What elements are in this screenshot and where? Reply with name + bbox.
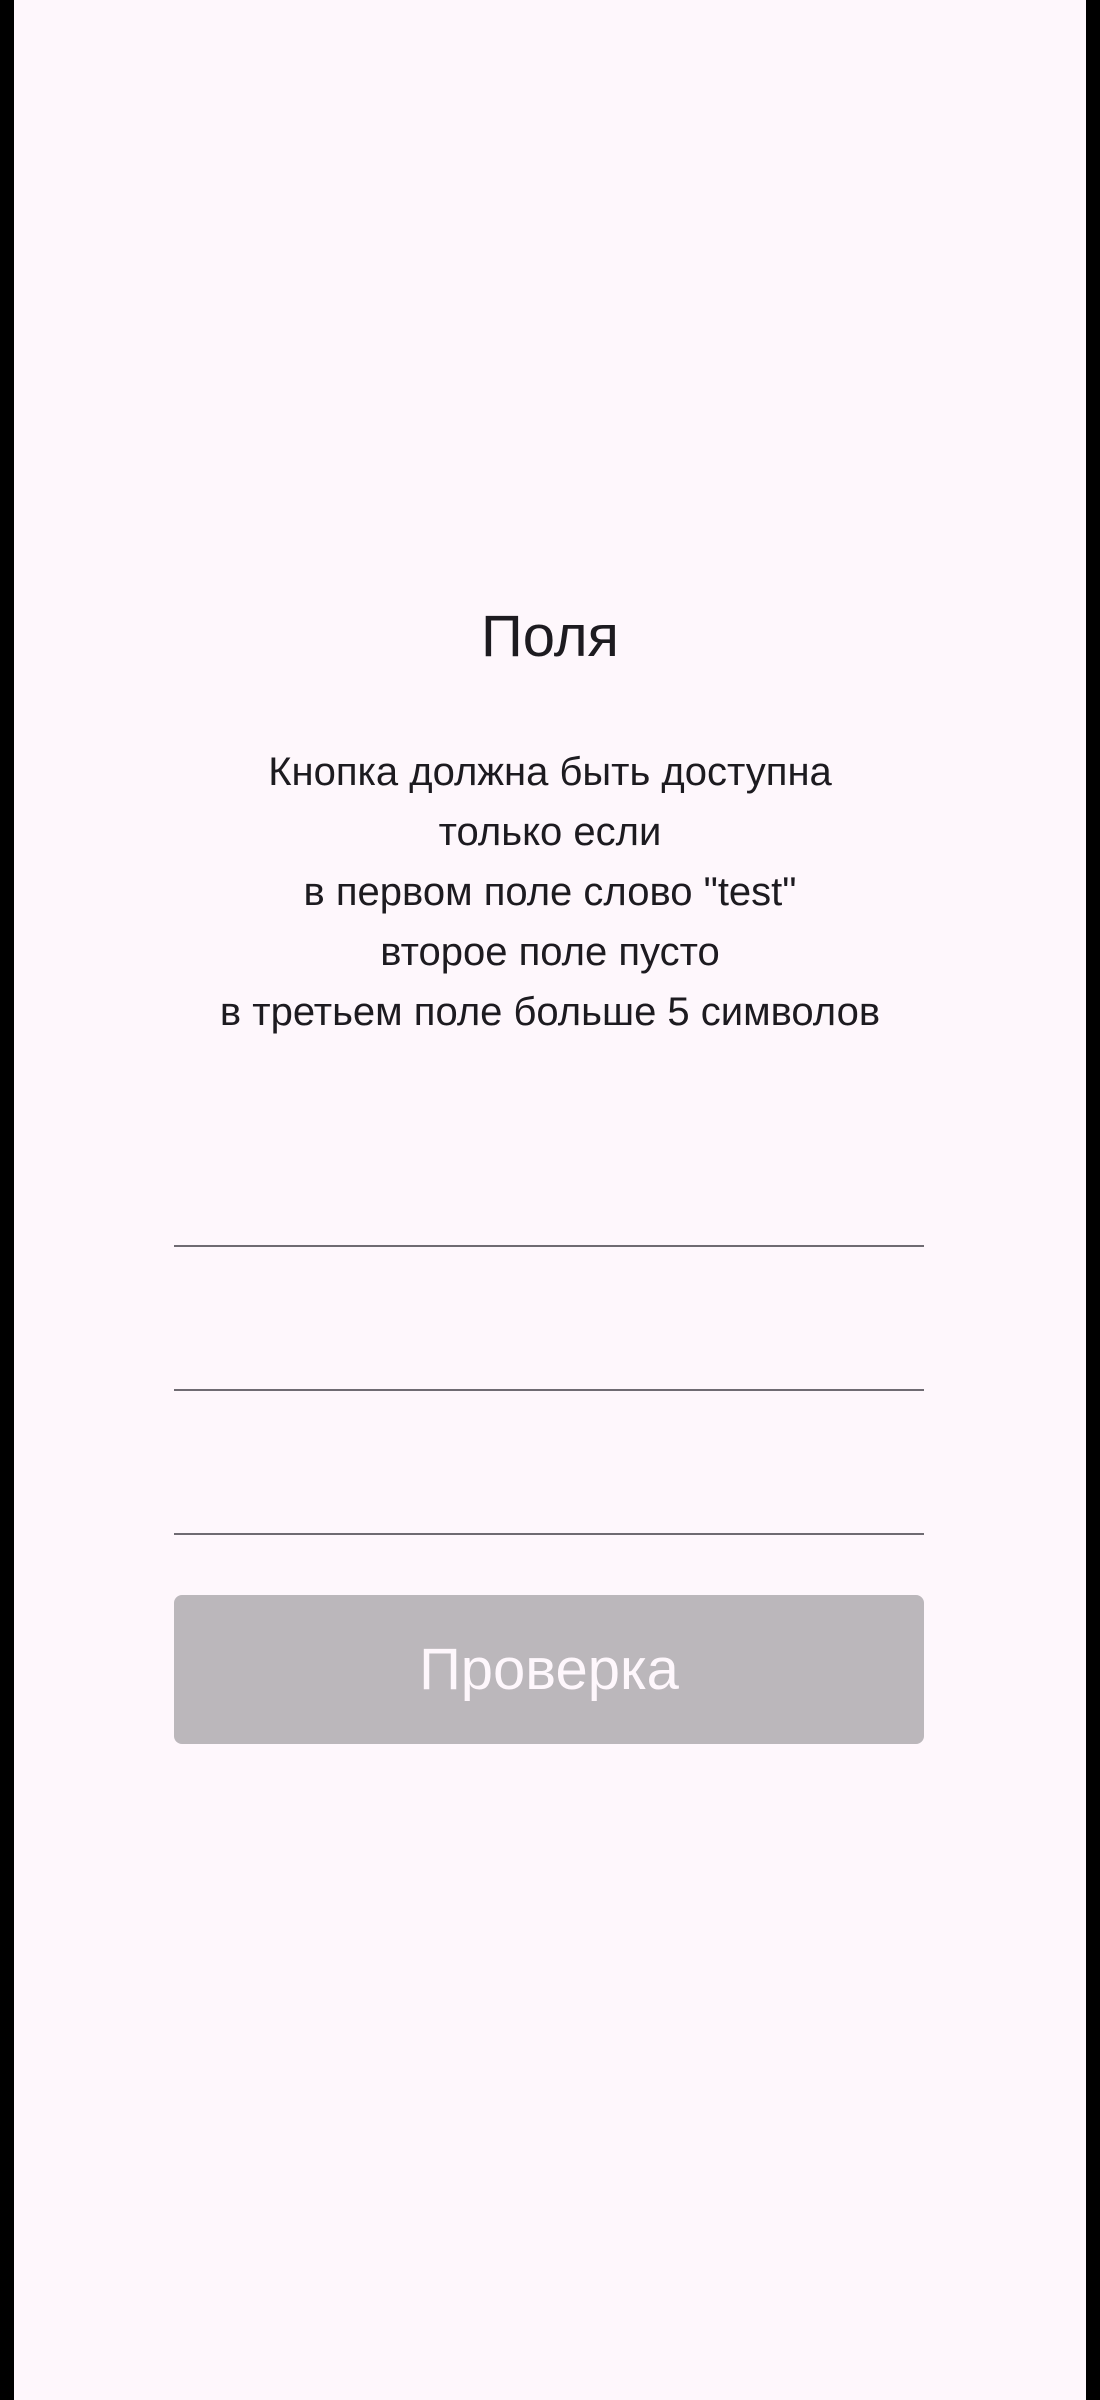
instructions-line: в первом поле слово "test" (303, 870, 797, 914)
app-screen: Поля Кнопка должна быть доступна только … (14, 0, 1086, 2400)
instructions-text: Кнопка должна быть доступна только если … (14, 742, 1086, 1042)
third-text-field[interactable] (174, 1425, 924, 1535)
instructions-line: только если (438, 810, 662, 854)
instructions-line: Кнопка должна быть доступна (268, 750, 832, 794)
instructions-line: в третьем поле больше 5 символов (219, 990, 881, 1034)
check-button[interactable]: Проверка (174, 1595, 924, 1744)
instructions-line: второе поле пусто (380, 930, 720, 974)
page-title: Поля (481, 604, 619, 669)
second-text-field[interactable] (174, 1281, 924, 1391)
first-text-field[interactable] (174, 1137, 924, 1247)
